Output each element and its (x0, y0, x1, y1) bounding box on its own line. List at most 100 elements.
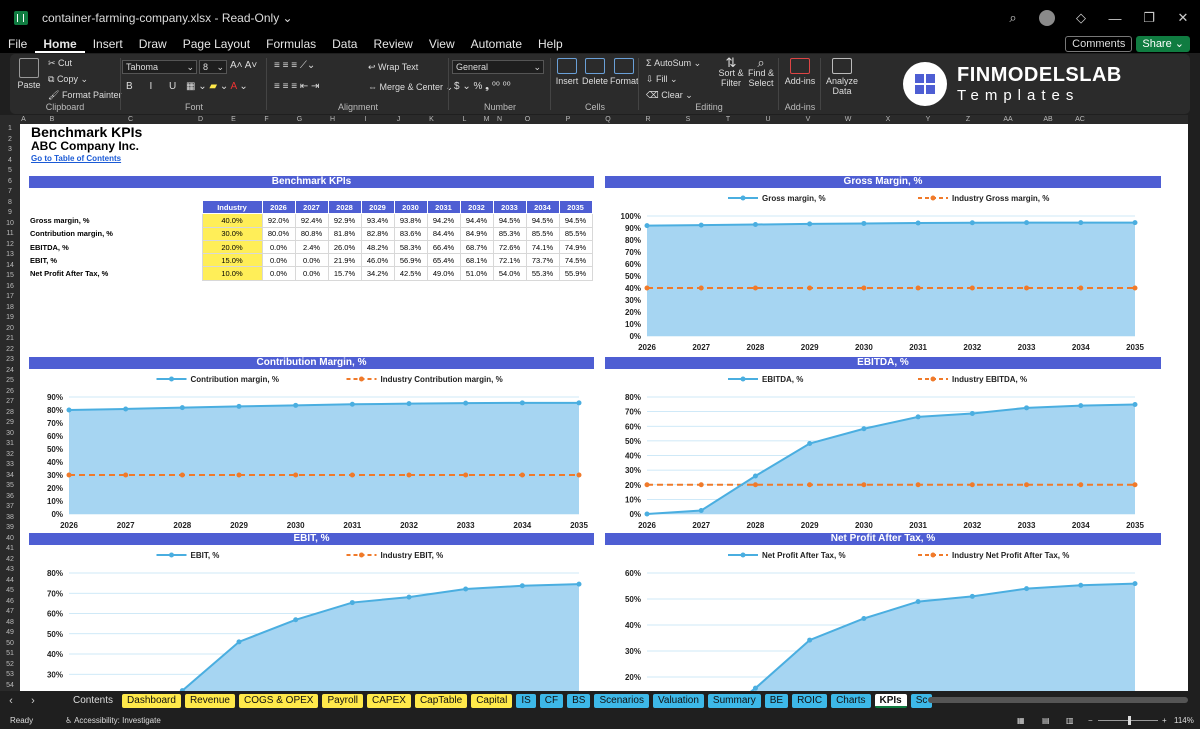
chart-4[interactable]: Net Profit After Tax, % Net Profit After … (605, 533, 1161, 691)
row-header[interactable]: 37 (0, 502, 20, 513)
value-cell[interactable]: 82.8% (360, 226, 395, 241)
close-icon[interactable]: ✕ (1166, 10, 1200, 26)
delete-cells-button[interactable]: Delete (582, 58, 608, 86)
row-header[interactable]: 27 (0, 397, 20, 408)
insert-cells-button[interactable]: Insert (554, 58, 580, 86)
autosum-button[interactable]: Σ AutoSum ⌄ (646, 58, 701, 69)
sheet-tab-payroll[interactable]: Payroll (322, 694, 364, 708)
row-header[interactable]: 52 (0, 660, 20, 671)
restore-icon[interactable]: ❐ (1132, 10, 1166, 26)
chart-0[interactable]: Gross Margin, % Gross margin, % Industry G… (605, 176, 1161, 352)
comments-button[interactable]: Comments (1065, 36, 1133, 52)
ribbon-tab-draw[interactable]: Draw (131, 37, 175, 53)
column-header[interactable]: D (184, 115, 217, 124)
row-label[interactable]: Net Profit After Tax, % (29, 267, 202, 280)
row-header[interactable]: 7 (0, 187, 20, 198)
column-header[interactable]: AA (988, 115, 1028, 124)
column-header[interactable]: Z (948, 115, 988, 124)
paste-button[interactable]: Paste (16, 58, 42, 90)
find-select-button[interactable]: ⌕ Find & Select (746, 56, 776, 88)
row-header[interactable]: 35 (0, 481, 20, 492)
column-header[interactable]: K (415, 115, 448, 124)
sheet-tab-capital[interactable]: Capital (471, 694, 513, 708)
chart-2[interactable]: EBITDA, % EBITDA, % Industry EBITDA, % 0% 10… (605, 357, 1161, 530)
row-header[interactable]: 10 (0, 219, 20, 230)
column-header[interactable]: B (27, 115, 77, 124)
value-cell[interactable]: 65.4% (426, 253, 461, 268)
vertical-scrollbar[interactable] (1188, 115, 1200, 691)
row-header[interactable]: 2 (0, 135, 20, 146)
vertical-align-buttons[interactable]: ≡ ≡ ≡ ⟋⌄ (274, 60, 315, 71)
value-cell[interactable]: 92.4% (294, 213, 329, 228)
zoom-in-icon[interactable]: + (1162, 716, 1167, 725)
column-header[interactable]: W (828, 115, 868, 124)
column-header[interactable]: R (628, 115, 668, 124)
font-size-select[interactable]: 8 ⌄ (199, 60, 227, 74)
accessibility-status[interactable]: ♿ Accessibility: Investigate (65, 716, 161, 725)
sheet-tab-captable[interactable]: CapTable (414, 694, 468, 708)
sheet-tab-bs[interactable]: BS (567, 694, 591, 708)
ribbon-tab-insert[interactable]: Insert (85, 37, 131, 53)
tab-scroll-left-icon[interactable]: ‹ (0, 695, 22, 707)
row-header[interactable]: 14 (0, 261, 20, 272)
industry-cell[interactable]: 30.0% (201, 226, 263, 241)
value-cell[interactable]: 68.7% (459, 239, 494, 255)
row-header[interactable]: 20 (0, 324, 20, 335)
diamond-icon[interactable]: ◇ (1064, 10, 1098, 26)
ribbon-tab-automate[interactable]: Automate (463, 37, 530, 53)
value-cell[interactable]: 46.0% (360, 253, 395, 268)
value-cell[interactable]: 26.0% (327, 239, 362, 255)
column-header[interactable]: P (548, 115, 588, 124)
column-header[interactable]: AB (1028, 115, 1068, 124)
ribbon-tab-review[interactable]: Review (365, 37, 420, 53)
value-cell[interactable]: 42.5% (393, 266, 428, 281)
row-header[interactable]: 44 (0, 576, 20, 587)
row-header[interactable]: 15 (0, 271, 20, 282)
row-header[interactable]: 40 (0, 534, 20, 545)
row-label[interactable]: EBIT, % (29, 254, 202, 267)
page-break-icon[interactable]: ▥ (1066, 716, 1074, 725)
document-title[interactable]: container-farming-company.xlsx - Read-On… (42, 11, 293, 25)
column-header[interactable]: Y (908, 115, 948, 124)
row-header[interactable]: 12 (0, 240, 20, 251)
row-header[interactable]: 33 (0, 460, 20, 471)
value-cell[interactable]: 21.9% (327, 253, 362, 268)
value-cell[interactable]: 72.6% (492, 239, 527, 255)
row-header[interactable]: 28 (0, 408, 20, 419)
value-cell[interactable]: 72.1% (492, 253, 527, 268)
row-header[interactable]: 29 (0, 418, 20, 429)
value-cell[interactable]: 0.0% (294, 266, 329, 281)
addins-button[interactable]: Add-ins (782, 58, 818, 86)
industry-cell[interactable]: 15.0% (201, 253, 263, 268)
sheet-tab-charts[interactable]: Charts (831, 694, 871, 708)
value-cell[interactable]: 92.0% (261, 213, 296, 228)
row-header[interactable]: 24 (0, 366, 20, 377)
value-cell[interactable]: 15.7% (327, 266, 362, 281)
column-header[interactable]: H (316, 115, 349, 124)
row-header[interactable]: 19 (0, 313, 20, 324)
ribbon-tab-formulas[interactable]: Formulas (258, 37, 324, 53)
column-header[interactable]: G (283, 115, 316, 124)
row-header[interactable]: 49 (0, 628, 20, 639)
value-cell[interactable]: 68.1% (459, 253, 494, 268)
value-cell[interactable]: 66.4% (426, 239, 461, 255)
value-cell[interactable]: 80.0% (261, 226, 296, 241)
value-cell[interactable]: 94.5% (492, 213, 527, 228)
horizontal-align-buttons[interactable]: ≡ ≡ ≡ ⇤ ⇥ (274, 81, 319, 92)
value-cell[interactable]: 94.5% (558, 213, 593, 228)
column-header[interactable]: V (788, 115, 828, 124)
row-header[interactable]: 17 (0, 292, 20, 303)
row-header[interactable]: 46 (0, 597, 20, 608)
ribbon-tab-home[interactable]: Home (35, 37, 85, 53)
value-cell[interactable]: 85.5% (558, 226, 593, 241)
clear-button[interactable]: ⌫ Clear ⌄ (646, 90, 693, 101)
value-cell[interactable]: 93.4% (360, 213, 395, 228)
row-header[interactable]: 5 (0, 166, 20, 177)
row-header[interactable]: 1 (0, 124, 20, 135)
row-header[interactable]: 6 (0, 177, 20, 188)
sheet-tab-be[interactable]: BE (764, 694, 789, 708)
sheet-tab-capex[interactable]: CAPEX (367, 694, 411, 708)
sheet-tab-contents[interactable]: Contents (68, 694, 118, 708)
fill-button[interactable]: ⇩ Fill ⌄ (646, 74, 678, 85)
value-cell[interactable]: 0.0% (294, 253, 329, 268)
